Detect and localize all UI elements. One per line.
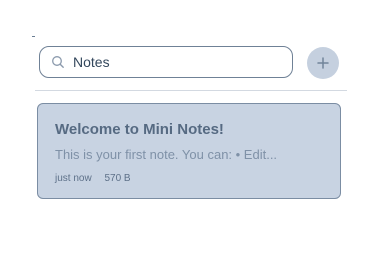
search-icon xyxy=(51,55,65,69)
search-input[interactable] xyxy=(73,53,283,71)
notes-app: Welcome to Mini Notes! This is your firs… xyxy=(0,0,380,257)
top-left-mark xyxy=(32,36,35,37)
note-timestamp: just now xyxy=(55,173,92,184)
note-card[interactable]: Welcome to Mini Notes! This is your firs… xyxy=(37,103,341,199)
search-divider xyxy=(35,90,347,91)
search-box[interactable] xyxy=(39,46,293,78)
note-preview: This is your first note. You can: • Edit… xyxy=(55,147,278,162)
add-note-button[interactable] xyxy=(307,47,339,79)
note-title: Welcome to Mini Notes! xyxy=(55,121,224,138)
note-size: 570 B xyxy=(104,173,131,184)
plus-icon xyxy=(316,56,330,70)
note-meta: just now 570 B xyxy=(55,173,131,184)
